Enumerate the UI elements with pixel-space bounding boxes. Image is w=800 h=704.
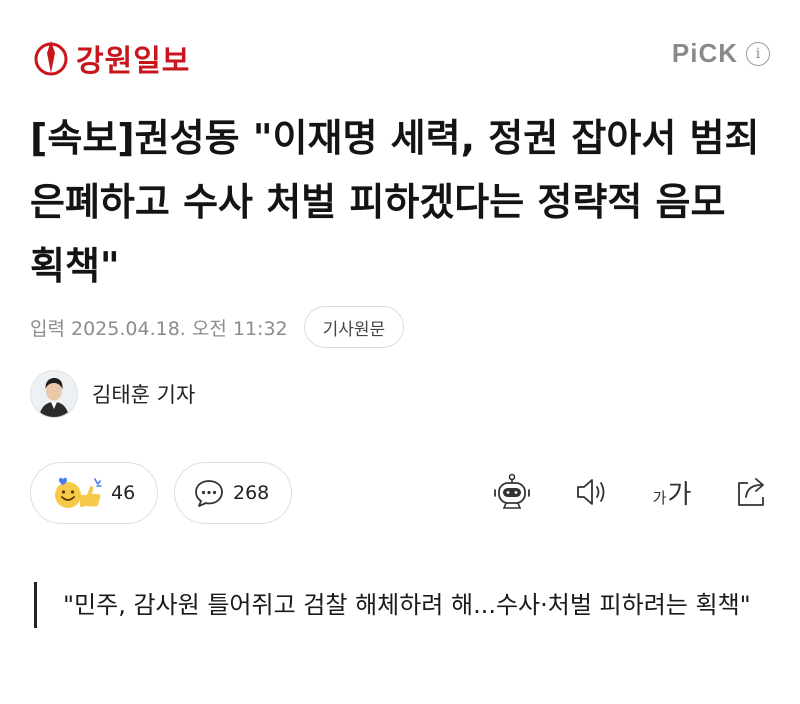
share-icon [738,478,764,506]
font-size-big-label: 가 [667,479,692,510]
info-icon[interactable]: i [746,41,770,66]
font-size-button[interactable]: 가 가 [652,470,692,514]
reporter-name: 김태훈 기자 [92,383,196,407]
read-aloud-button[interactable] [572,470,612,514]
pick-label: PiCK [671,38,738,68]
comment-count: 268 [233,482,270,504]
article-toolbar: 가 가 [452,470,772,514]
robot-icon [494,473,530,509]
press-name: 강원일보 [76,44,191,79]
font-size-icon: 가 가 [653,474,692,511]
comment-icon [195,480,223,507]
smile-thumbs-up-icon [55,477,102,508]
summary-bot-button[interactable] [492,470,532,514]
avatar [30,370,78,418]
font-size-small-label: 가 [652,488,667,507]
reaction-button[interactable]: 46 [30,462,158,524]
like-count: 46 [111,482,136,504]
share-button[interactable] [732,470,772,514]
article-subheading: "민주, 감사원 틀어쥐고 검찰 해체하려 해...수사·처벌 피하려는 획책" [34,582,793,628]
pick-badge[interactable]: PiCK i [672,38,770,69]
press-logo[interactable]: 강원일보 [34,36,190,80]
article-meta: 입력 2025.04.18. 오전 11:32 기사원문 [30,306,405,348]
article-headline: [속보]권성동 "이재명 세력, 정권 잡아서 범죄 은폐하고 수사 처벌 피하… [30,116,760,288]
reporter-info[interactable]: 김태훈 기자 [30,370,195,418]
speaker-icon [577,479,605,505]
publish-date: 입력 2025.04.18. 오전 11:32 [30,317,288,340]
reporter-photo-icon [31,371,77,417]
header: 강원일보 PiCK i [0,0,800,100]
comment-button[interactable]: 268 [174,462,292,524]
press-logo-icon [34,41,68,76]
original-article-button[interactable]: 기사원문 [303,306,405,348]
